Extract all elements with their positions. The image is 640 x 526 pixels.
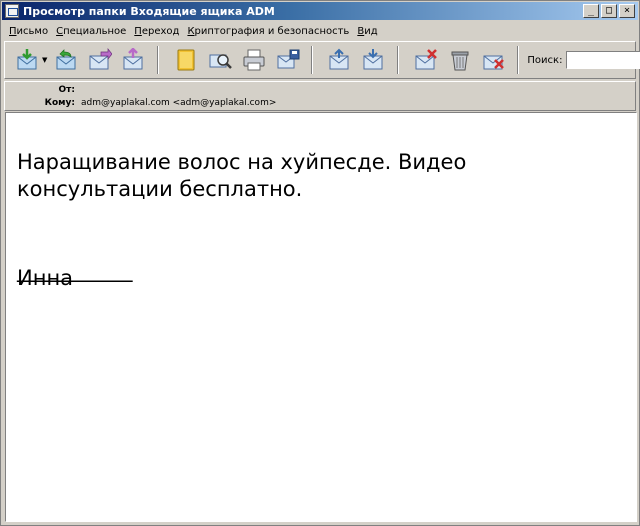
- print-icon[interactable]: [242, 48, 266, 72]
- close-button[interactable]: ×: [619, 4, 635, 18]
- window-icon: [5, 4, 19, 18]
- get-mail-icon[interactable]: [16, 48, 40, 72]
- window-title: Просмотр папки Входящие ящика ADM: [23, 4, 275, 18]
- toolbar-separator: [157, 46, 160, 74]
- search-box: Поиск:: [527, 51, 640, 69]
- message-body-pane[interactable]: Наращивание волос на хуйпесде. Видео кон…: [5, 112, 637, 522]
- toolbar-separator: [311, 46, 314, 74]
- message-body-text: Наращивание волос на хуйпесде. Видео кон…: [17, 150, 474, 201]
- to-label: Кому:: [44, 97, 75, 108]
- find-icon[interactable]: [208, 48, 233, 72]
- toolbar-separator: [517, 46, 520, 74]
- search-input[interactable]: [566, 51, 640, 69]
- forward-icon[interactable]: [88, 48, 113, 72]
- menu-message[interactable]: Письмо: [5, 26, 52, 37]
- next-icon[interactable]: [362, 48, 386, 72]
- trash-icon[interactable]: [448, 48, 472, 72]
- menu-crypto-security[interactable]: Криптография и безопасность: [183, 26, 353, 37]
- menu-go[interactable]: Переход: [130, 26, 183, 37]
- title-bar[interactable]: Просмотр папки Входящие ящика ADM _ □ ×: [2, 2, 638, 20]
- toolbar: ▼ Поиск:: [4, 41, 640, 79]
- toolbar-group-nav: [317, 44, 391, 76]
- to-value[interactable]: adm@yaplakal.com <adm@yaplakal.com>: [81, 98, 276, 108]
- address-book-icon[interactable]: [174, 48, 198, 72]
- signature-name: Инна: [17, 266, 74, 290]
- minimize-button[interactable]: _: [583, 4, 599, 18]
- toolbar-separator: [397, 46, 400, 74]
- header-from-row: От:: [5, 83, 81, 96]
- main-window: Просмотр папки Входящие ящика ADM _ □ × …: [0, 0, 640, 526]
- menu-view[interactable]: Вид: [353, 26, 381, 37]
- toolbar-group-mail: ▼: [5, 44, 151, 76]
- toolbar-group-delete: [403, 44, 511, 76]
- message-header: От: Кому: adm@yaplakal.com <adm@yaplakal…: [4, 81, 636, 111]
- toolbar-group-tools: [163, 44, 305, 76]
- previous-icon[interactable]: [328, 48, 352, 72]
- menu-special[interactable]: Специальное: [52, 26, 130, 37]
- header-to-row: Кому: adm@yaplakal.com <adm@yaplakal.com…: [5, 96, 277, 109]
- menu-bar: Письмо Специальное Переход Криптография …: [5, 22, 382, 40]
- compose-icon[interactable]: [122, 48, 146, 72]
- reply-icon[interactable]: [54, 48, 78, 72]
- search-label: Поиск:: [527, 54, 563, 66]
- junk-icon[interactable]: [482, 48, 506, 72]
- maximize-button[interactable]: □: [601, 4, 617, 18]
- get-mail-dropdown[interactable]: ▼: [42, 56, 47, 64]
- save-icon[interactable]: [276, 48, 300, 72]
- window-controls: _ □ ×: [583, 4, 635, 18]
- from-label: От:: [58, 84, 75, 95]
- delete-icon[interactable]: [414, 48, 438, 72]
